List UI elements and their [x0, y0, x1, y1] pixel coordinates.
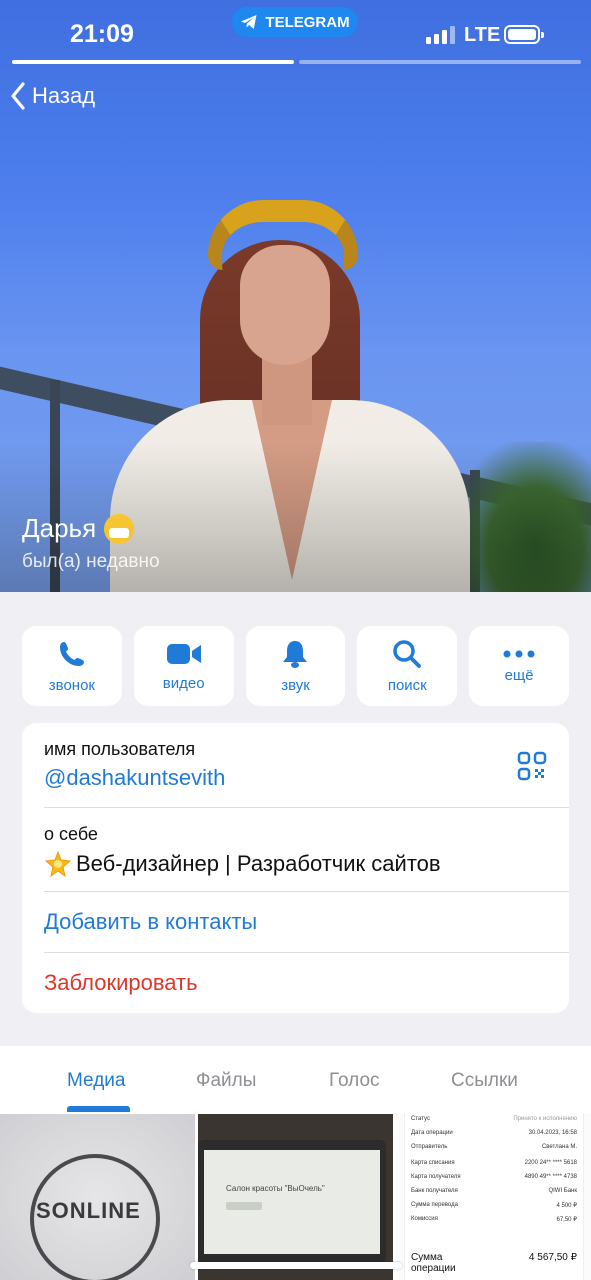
chevron-left-icon — [11, 82, 25, 110]
receipt-row: Карта получателя 4890 49** **** 4738 — [411, 1174, 577, 1180]
home-indicator[interactable] — [190, 1262, 402, 1269]
telegram-badge-label: TELEGRAM — [265, 13, 350, 31]
bio-text: Веб-дизайнер | Разработчик сайтов — [76, 851, 441, 876]
more-label: ещё — [504, 666, 534, 684]
profile-info-card: имя пользователя @dashakuntsevith о себе… — [22, 723, 569, 1013]
media-grid: SONLINE Салон красоты "ВыОчель" Статус Пр… — [0, 1114, 591, 1280]
call-button[interactable]: звонок — [22, 626, 122, 706]
qr-code-icon[interactable] — [517, 751, 547, 781]
more-button[interactable]: ещё — [469, 626, 569, 706]
status-bar: 21:09 TELEGRAM LTE — [0, 0, 591, 70]
glowing-star-emoji — [44, 850, 72, 878]
telegram-badge[interactable]: TELEGRAM — [232, 7, 358, 37]
tab-links[interactable]: Ссылки — [451, 1070, 518, 1092]
search-button[interactable]: поиск — [357, 626, 458, 706]
story-progress-pending — [299, 60, 581, 64]
media-thumbnail[interactable]: SONLINE — [0, 1114, 195, 1280]
receipt-row: Дата операции 30.04.2023, 16:58 — [411, 1130, 577, 1136]
receipt-row: Карта списания 2200 24** **** 5618 — [411, 1160, 577, 1166]
shared-media-tabs: Медиа Файлы Голос Ссылки — [0, 1046, 591, 1114]
receipt-row: Сумма перевода 4 500 ₽ — [411, 1202, 577, 1209]
receipt: Статус Принято к исполнению Дата операции… — [404, 1114, 584, 1280]
sonline-logo-text: SONLINE — [36, 1198, 141, 1223]
add-contact-button[interactable]: Добавить в контакты — [44, 909, 257, 935]
bell-icon — [283, 640, 308, 668]
username-value[interactable]: @dashakuntsevith — [44, 765, 225, 791]
active-tab-indicator — [67, 1106, 130, 1112]
bio-row: о себе Веб-дизайнер | Разработчик сайтов — [22, 807, 569, 891]
call-label: звонок — [48, 676, 95, 694]
bio-value: Веб-дизайнер | Разработчик сайтов — [44, 850, 441, 878]
laptop-page-title: Салон красоты "ВыОчель" — [226, 1184, 325, 1193]
sound-label: звук — [281, 676, 310, 694]
tab-media[interactable]: Медиа — [67, 1070, 125, 1092]
receipt-total: Сумма операции 4 567,50 ₽ — [411, 1252, 577, 1274]
search-label: поиск — [387, 676, 427, 694]
status-time: 21:09 — [70, 20, 134, 48]
username-caption: имя пользователя — [44, 739, 196, 759]
telegram-icon — [241, 15, 257, 29]
receipt-row: Комиссия 67,50 ₽ — [411, 1216, 577, 1223]
search-icon — [393, 639, 422, 668]
more-dots-icon — [503, 650, 535, 657]
media-thumbnail[interactable]: Салон красоты "ВыОчель" — [198, 1114, 393, 1280]
add-contact-row[interactable]: Добавить в контакты — [22, 891, 569, 952]
sound-button[interactable]: звук — [245, 626, 346, 706]
tab-voice[interactable]: Голос — [329, 1070, 380, 1092]
phone-icon — [59, 641, 84, 666]
profile-name-text: Дарья — [22, 513, 97, 543]
tab-files[interactable]: Файлы — [196, 1070, 256, 1092]
story-progress-active — [12, 60, 294, 64]
video-button[interactable]: видео — [133, 626, 234, 706]
signal-bars-icon — [426, 26, 455, 44]
username-row[interactable]: имя пользователя @dashakuntsevith — [22, 723, 569, 807]
last-seen-status: был(а) недавно — [22, 551, 160, 572]
block-row[interactable]: Заблокировать — [22, 952, 569, 1013]
media-thumbnail[interactable]: Статус Принято к исполнению Дата операции… — [396, 1114, 591, 1280]
back-button[interactable]: Назад — [10, 82, 95, 110]
receipt-row: Статус Принято к исполнению — [411, 1116, 577, 1122]
block-button[interactable]: Заблокировать — [44, 970, 198, 996]
video-camera-icon — [166, 643, 201, 664]
back-label: Назад — [32, 83, 96, 108]
flower-wreath — [208, 200, 358, 270]
face-with-medical-mask-emoji — [104, 513, 135, 544]
video-label: видео — [162, 674, 205, 692]
network-label: LTE — [464, 24, 501, 46]
receipt-row: Отправитель Светлана М. — [411, 1144, 577, 1150]
battery-full-icon — [504, 25, 544, 44]
action-buttons: звонок видео звук поиск ещё — [22, 626, 569, 706]
bio-caption: о себе — [44, 824, 98, 844]
receipt-row: Банк получателя QIWI Банк — [411, 1188, 577, 1194]
profile-name: Дарья — [22, 513, 135, 544]
